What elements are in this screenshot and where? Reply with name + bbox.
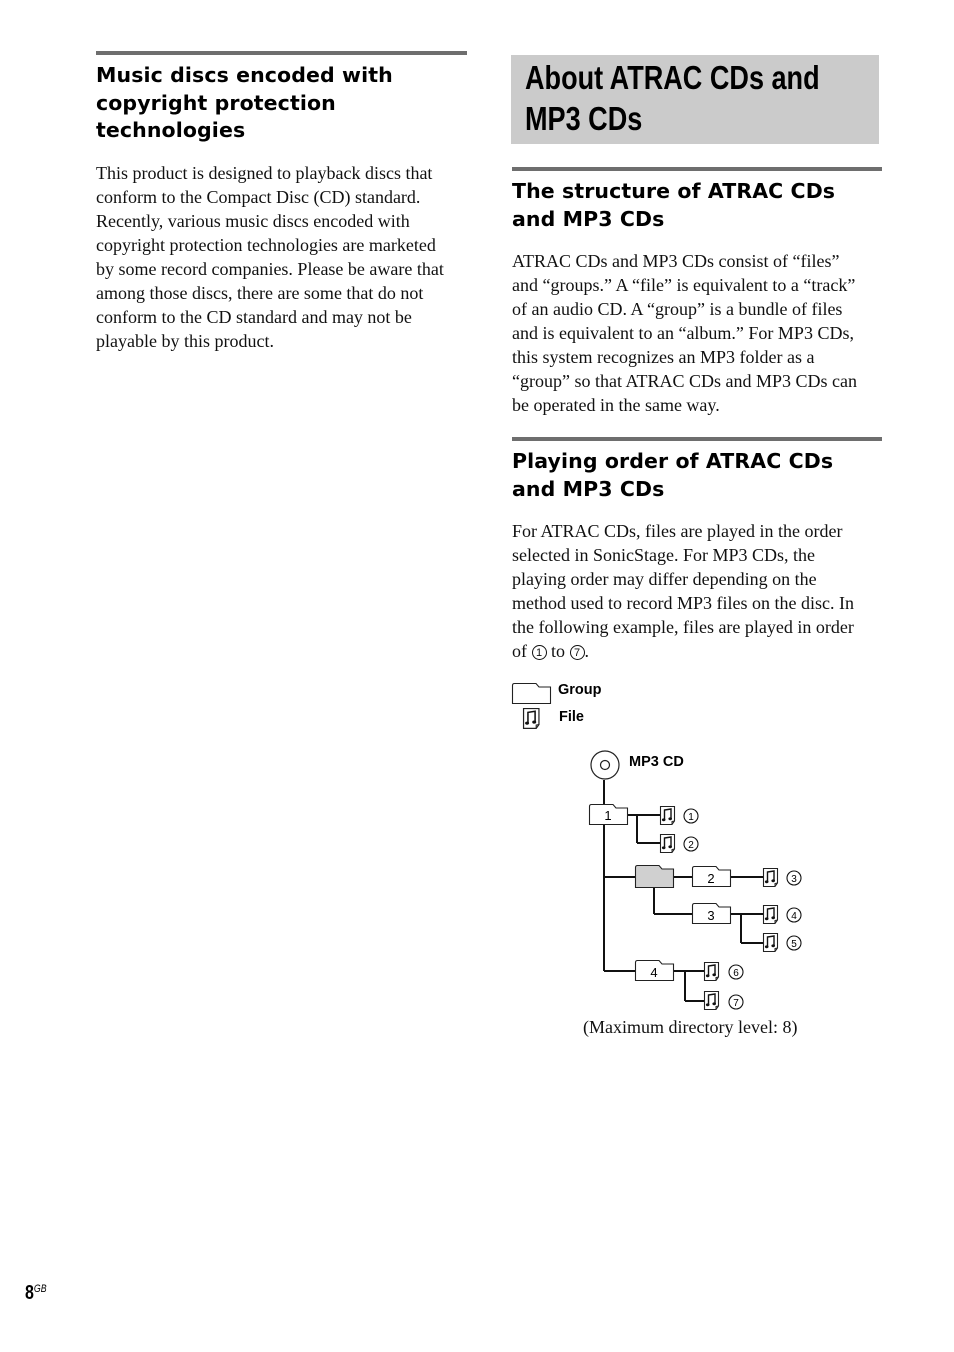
paragraph-line: playing order may differ depending on th…	[512, 569, 817, 589]
paragraph-line: ATRAC CDs and MP3 CDs consist of “files”	[512, 251, 840, 271]
chapter-title: About ATRAC CDs and MP3 CDs	[525, 57, 820, 139]
music-file-icon	[762, 867, 779, 888]
heading-line: Playing order of ATRAC CDs	[512, 449, 834, 473]
structure-paragraph: ATRAC CDs and MP3 CDs consist of “files”…	[512, 249, 882, 417]
page-number-value: 8	[25, 1282, 34, 1304]
svg-text:2: 2	[688, 840, 694, 851]
circled-number-start: 1	[531, 645, 547, 660]
chapter-banner: About ATRAC CDs and MP3 CDs	[511, 55, 879, 144]
file-number-4: 4	[786, 907, 802, 923]
file-number-7: 7	[728, 994, 744, 1010]
group-label: 3	[707, 908, 714, 923]
paragraph-line: by some record companies. Please be awar…	[96, 258, 444, 279]
svg-text:7: 7	[733, 998, 739, 1009]
paragraph-line: the following example, files are played …	[512, 617, 854, 637]
paragraph-line: conform to the Compact Disc (CD) standar…	[96, 186, 421, 207]
paragraph-line: “group” so that ATRAC CDs and MP3 CDs ca…	[512, 371, 857, 391]
music-file-icon	[703, 990, 720, 1011]
chapter-title-line: About ATRAC CDs and	[525, 59, 820, 96]
svg-text:3: 3	[791, 874, 797, 885]
text-fragment: .	[584, 641, 590, 661]
group-label: 1	[604, 808, 611, 823]
disc-icon	[590, 750, 620, 780]
file-number-2: 2	[683, 836, 699, 852]
svg-text:6: 6	[733, 968, 739, 979]
section-heading-copyright: Music discs encoded with copyright prote…	[96, 62, 467, 145]
paragraph-line: For ATRAC CDs, files are played in the o…	[512, 521, 843, 541]
paragraph-line: be operated in the same way.	[512, 395, 720, 415]
folder-icon-group-4	[634, 959, 675, 982]
diagram-caption: (Maximum directory level: 8)	[583, 1017, 798, 1037]
section-rule	[96, 51, 467, 55]
file-number-6: 6	[728, 964, 744, 980]
heading-line: and MP3 CDs	[512, 476, 665, 501]
heading-line: technologies	[96, 118, 246, 142]
heading-line: and MP3 CDs	[512, 206, 665, 231]
paragraph-line: and is equivalent to an “album.” For MP3…	[512, 323, 854, 343]
svg-text:1: 1	[688, 812, 694, 823]
paragraph-line: Recently, various music discs encoded wi…	[96, 210, 410, 231]
page-number-suffix: GB	[33, 1283, 47, 1295]
paragraph-line: among those discs, there are some that d…	[96, 282, 424, 303]
paragraph-line: of an audio CD. A “group” is a bundle of…	[512, 299, 843, 319]
tree-lines	[603, 780, 763, 1002]
paragraph-line: conform to the CD standard and may not b…	[96, 306, 412, 327]
paragraph-line: This product is designed to playback dis…	[96, 162, 433, 183]
left-column: Music discs encoded with copyright prote…	[96, 51, 467, 353]
page-number: 8GB	[25, 1282, 47, 1305]
paragraph-line: playable by this product.	[96, 330, 274, 351]
folder-icon-group-2	[691, 865, 732, 888]
chapter-title-line: MP3 CDs	[525, 100, 643, 137]
paragraph-line: and “groups.” A “file” is equivalent to …	[512, 275, 856, 295]
group-label: 4	[650, 965, 657, 980]
heading-line: Music discs encoded with	[96, 63, 393, 87]
file-number-3: 3	[786, 870, 802, 886]
file-number-1: 1	[683, 808, 699, 824]
circled-number-end: 7	[569, 645, 585, 660]
folder-icon-shaded	[634, 864, 675, 889]
music-file-icon	[762, 904, 779, 925]
svg-text:5: 5	[791, 939, 797, 950]
heading-line: copyright protection	[96, 90, 336, 115]
copyright-paragraph: This product is designed to playback dis…	[96, 161, 467, 353]
legend-label-group: Group	[558, 682, 602, 698]
heading-line: The structure of ATRAC CDs	[512, 179, 836, 203]
folder-icon-group-3	[691, 902, 732, 925]
paragraph-line: copyright protection technologies are ma…	[96, 234, 436, 255]
paragraph-line: method used to record MP3 files on the d…	[512, 593, 854, 613]
music-file-icon	[659, 805, 676, 826]
text-fragment: to	[546, 641, 570, 661]
playing-order-section: Playing order of ATRAC CDs and MP3 CDs F…	[512, 437, 882, 663]
group-label: 2	[707, 871, 714, 886]
file-number-5: 5	[786, 935, 802, 951]
legend-file-icon	[522, 707, 540, 730]
paragraph-line: selected in SonicStage. For MP3 CDs, the	[512, 545, 815, 565]
playing-order-paragraph: For ATRAC CDs, files are played in the o…	[512, 519, 882, 663]
text-fragment: of	[512, 641, 532, 661]
music-file-icon	[762, 932, 779, 953]
svg-text:4: 4	[791, 911, 797, 922]
section-rule	[512, 437, 882, 441]
music-file-icon	[703, 961, 720, 982]
legend-group-icon	[511, 682, 552, 705]
root-label: MP3 CD	[629, 754, 684, 770]
section-heading-structure: The structure of ATRAC CDs and MP3 CDs	[512, 178, 882, 233]
section-rule	[512, 167, 882, 171]
structure-section: The structure of ATRAC CDs and MP3 CDs A…	[512, 167, 882, 417]
legend-label-file: File	[559, 709, 584, 725]
folder-icon-group-1	[588, 803, 629, 826]
paragraph-line: this system recognizes an MP3 folder as …	[512, 347, 815, 367]
music-file-icon	[659, 833, 676, 854]
section-heading-playing-order: Playing order of ATRAC CDs and MP3 CDs	[512, 448, 882, 503]
paragraph-line: of 1 to 7.	[512, 639, 882, 663]
